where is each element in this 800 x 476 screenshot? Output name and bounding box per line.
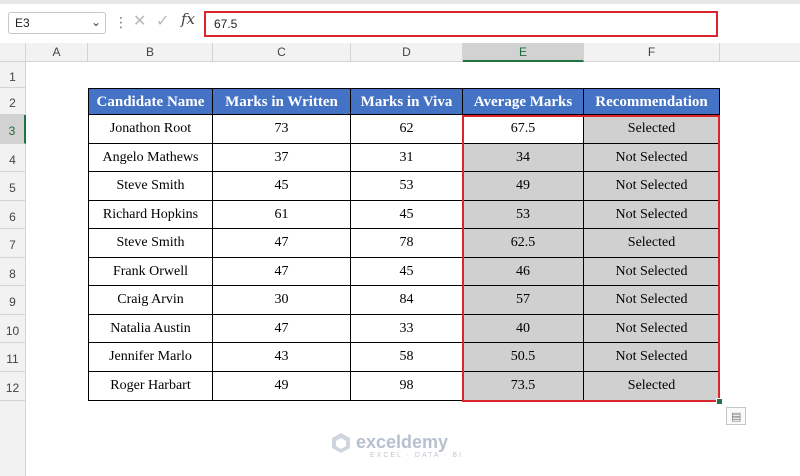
written-marks-cell[interactable]: 49 — [213, 372, 351, 401]
written-marks-cell[interactable]: 37 — [213, 144, 351, 172]
written-marks-cell[interactable]: 43 — [213, 343, 351, 372]
row-header-10[interactable]: 10 — [0, 315, 26, 343]
cancel-icon[interactable]: ✕ — [133, 11, 146, 31]
viva-marks-cell[interactable]: 84 — [351, 286, 463, 315]
table-header-cell[interactable]: Recommendation — [584, 88, 720, 115]
candidate-name-cell[interactable]: Steve Smith — [88, 229, 213, 258]
candidate-name-cell[interactable]: Steve Smith — [88, 172, 213, 201]
candidate-name-cell[interactable]: Frank Orwell — [88, 258, 213, 286]
row-header-8[interactable]: 8 — [0, 258, 26, 286]
recommendation-cell[interactable]: Not Selected — [584, 172, 720, 201]
recommendation-cell[interactable]: Not Selected — [584, 258, 720, 286]
recommendation-cell[interactable]: Selected — [584, 229, 720, 258]
row-header-12[interactable]: 12 — [0, 372, 26, 401]
ribbon-edge — [0, 0, 800, 4]
candidate-name-cell[interactable]: Natalia Austin — [88, 315, 213, 343]
table-header-cell[interactable]: Candidate Name — [88, 88, 213, 115]
average-marks-cell[interactable]: 73.5 — [463, 372, 584, 401]
recommendation-cell[interactable]: Not Selected — [584, 343, 720, 372]
more-options-icon[interactable]: ⋮ — [114, 13, 128, 31]
average-marks-cell[interactable]: 62.5 — [463, 229, 584, 258]
table-header-cell[interactable]: Average Marks — [463, 88, 584, 115]
chevron-down-icon[interactable]: ⌄ — [91, 15, 101, 29]
written-marks-cell[interactable]: 47 — [213, 229, 351, 258]
viva-marks-cell[interactable]: 62 — [351, 115, 463, 144]
column-header-d[interactable]: D — [351, 43, 463, 62]
column-header-f[interactable]: F — [584, 43, 720, 62]
average-marks-cell[interactable]: 50.5 — [463, 343, 584, 372]
viva-marks-cell[interactable]: 58 — [351, 343, 463, 372]
table-header-cell[interactable]: Marks in Written — [213, 88, 351, 115]
row-header-5[interactable]: 5 — [0, 172, 26, 201]
viva-marks-cell[interactable]: 31 — [351, 144, 463, 172]
recommendation-cell[interactable]: Not Selected — [584, 286, 720, 315]
quick-analysis-icon: ▤ — [731, 411, 742, 423]
row-header-6[interactable]: 6 — [0, 201, 26, 229]
watermark-tagline: EXCEL · DATA · BI — [370, 452, 463, 459]
column-header-e[interactable]: E — [463, 43, 584, 62]
written-marks-cell[interactable]: 30 — [213, 286, 351, 315]
insert-function-icon[interactable]: fx — [181, 10, 195, 28]
candidate-name-cell[interactable]: Angelo Mathews — [88, 144, 213, 172]
row-header-3[interactable]: 3 — [0, 115, 26, 144]
recommendation-cell[interactable]: Not Selected — [584, 315, 720, 343]
quick-analysis-button[interactable]: ▤ — [726, 407, 746, 425]
candidate-name-cell[interactable]: Craig Arvin — [88, 286, 213, 315]
average-marks-cell[interactable]: 57 — [463, 286, 584, 315]
written-marks-cell[interactable]: 47 — [213, 258, 351, 286]
average-marks-cell[interactable]: 49 — [463, 172, 584, 201]
watermark-name: exceldemy — [356, 432, 449, 452]
formula-bar: E3 ⌄ ⋮ ✕ ✓ fx 67.5 — [0, 0, 800, 43]
viva-marks-cell[interactable]: 53 — [351, 172, 463, 201]
average-marks-cell[interactable]: 53 — [463, 201, 584, 229]
row-header-9[interactable]: 9 — [0, 286, 26, 315]
formula-input[interactable]: 67.5 — [204, 11, 718, 37]
average-marks-cell[interactable]: 34 — [463, 144, 584, 172]
column-header-b[interactable]: B — [88, 43, 213, 62]
viva-marks-cell[interactable]: 45 — [351, 201, 463, 229]
viva-marks-cell[interactable]: 33 — [351, 315, 463, 343]
viva-marks-cell[interactable]: 78 — [351, 229, 463, 258]
recommendation-cell[interactable]: Selected — [584, 115, 720, 144]
column-header-a[interactable]: A — [26, 43, 88, 62]
average-marks-cell[interactable]: 46 — [463, 258, 584, 286]
average-marks-cell[interactable]: 67.5 — [463, 115, 584, 144]
worksheet-grid[interactable]: ABCDEF 1 2 3 4 5 6 7 8 9 10 11 12 Candidate Name Mar… — [0, 43, 800, 476]
average-marks-cell[interactable]: 40 — [463, 315, 584, 343]
name-box-value: E3 — [15, 16, 30, 30]
viva-marks-cell[interactable]: 98 — [351, 372, 463, 401]
row-header-1[interactable]: 1 — [0, 62, 26, 88]
written-marks-cell[interactable]: 73 — [213, 115, 351, 144]
row-header-2[interactable]: 2 — [0, 88, 26, 115]
candidate-name-cell[interactable]: Roger Harbart — [88, 372, 213, 401]
recommendation-cell[interactable]: Not Selected — [584, 201, 720, 229]
watermark: exceldemy EXCEL · DATA · BI — [330, 430, 480, 460]
recommendation-cell[interactable]: Not Selected — [584, 144, 720, 172]
recommendation-cell[interactable]: Selected — [584, 372, 720, 401]
exceldemy-logo-icon — [332, 433, 350, 453]
candidate-name-cell[interactable]: Richard Hopkins — [88, 201, 213, 229]
candidate-name-cell[interactable]: Jonathon Root — [88, 115, 213, 144]
formula-value: 67.5 — [214, 17, 238, 31]
select-all-corner[interactable] — [0, 43, 26, 62]
row-header-11[interactable]: 11 — [0, 343, 26, 372]
written-marks-cell[interactable]: 47 — [213, 315, 351, 343]
row-header-7[interactable]: 7 — [0, 229, 26, 258]
written-marks-cell[interactable]: 61 — [213, 201, 351, 229]
viva-marks-cell[interactable]: 45 — [351, 258, 463, 286]
enter-check-icon[interactable]: ✓ — [156, 11, 169, 31]
row-header-4[interactable]: 4 — [0, 144, 26, 172]
candidate-name-cell[interactable]: Jennifer Marlo — [88, 343, 213, 372]
written-marks-cell[interactable]: 45 — [213, 172, 351, 201]
name-box[interactable]: E3 ⌄ — [8, 12, 106, 34]
table-header-cell[interactable]: Marks in Viva — [351, 88, 463, 115]
fill-handle[interactable] — [716, 398, 723, 405]
row-header-rest — [0, 401, 26, 476]
column-header-c[interactable]: C — [213, 43, 351, 62]
column-header-next[interactable] — [720, 43, 800, 62]
